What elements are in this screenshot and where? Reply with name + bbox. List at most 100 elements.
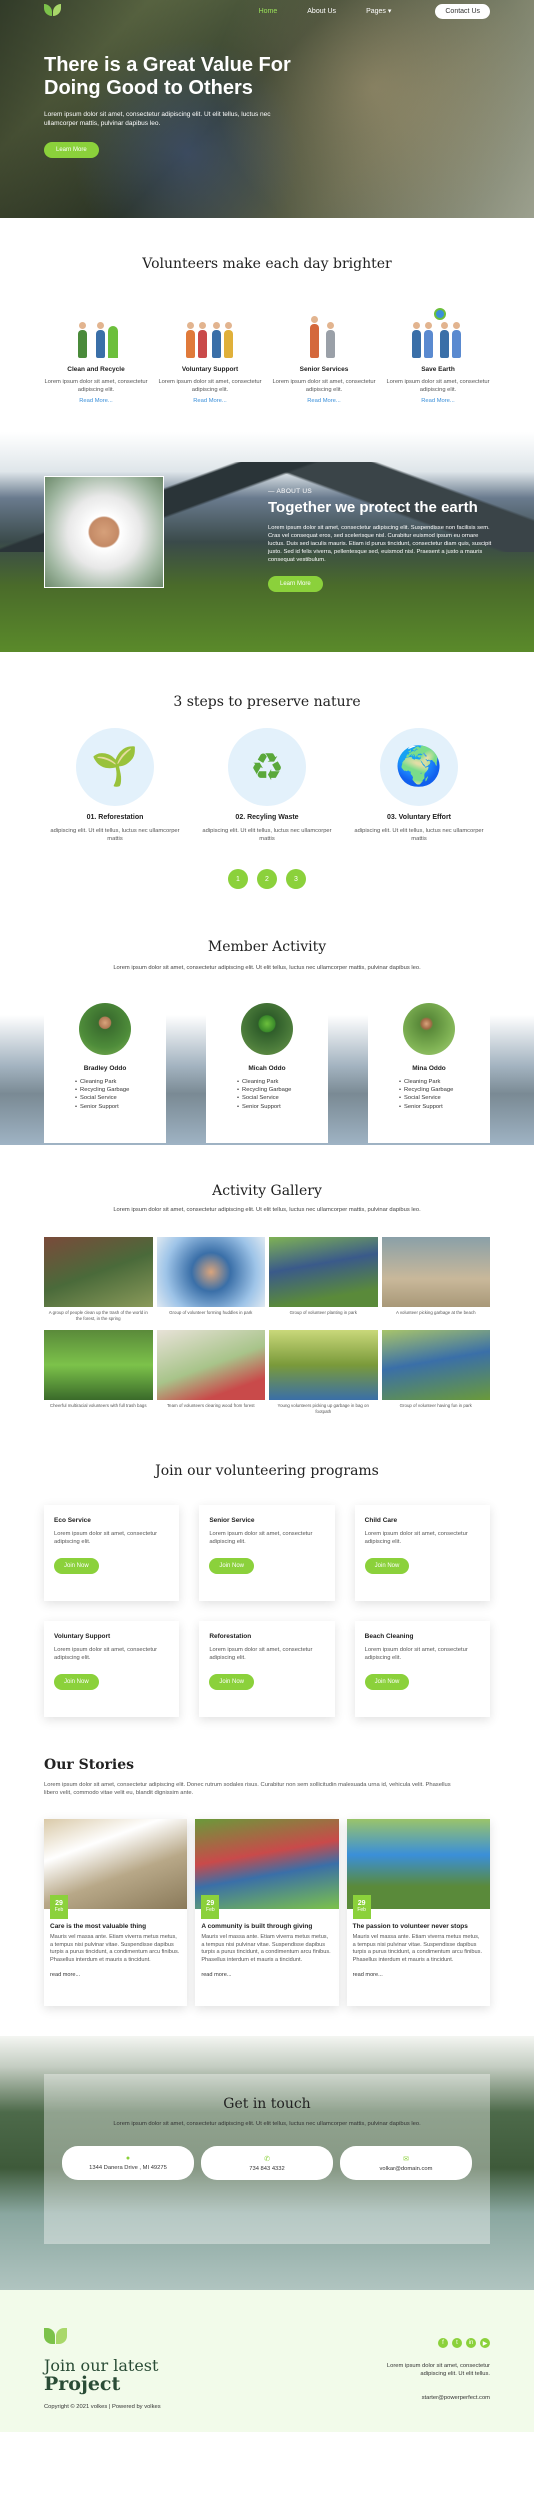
story-title[interactable]: Care is the most valuable thing xyxy=(50,1923,181,1930)
gallery-image[interactable] xyxy=(156,1330,265,1400)
program-card: Reforestation Lorem ipsum dolor sit amet,… xyxy=(199,1621,335,1717)
gallery-caption: A volunteer picking garbage at the beach xyxy=(395,1310,476,1315)
step-item: 🌍 03. Voluntary Effort adipiscing elit. … xyxy=(348,728,490,843)
facebook-icon[interactable]: f xyxy=(438,2338,448,2348)
nav-link-about[interactable]: About Us xyxy=(307,8,336,15)
hero-learn-more-button[interactable]: Learn More xyxy=(44,142,99,158)
date-month: Feb xyxy=(206,1907,215,1913)
gallery-item[interactable]: Group of volunteer having fun in park xyxy=(381,1330,490,1419)
footer-info: Lorem ipsum dolor sit amet, consectetur … xyxy=(360,2362,490,2402)
read-more-link[interactable]: Read More... xyxy=(44,398,148,404)
page-button-2[interactable]: 2 xyxy=(257,869,277,889)
voluntary-support-illustration-icon xyxy=(180,306,240,360)
footer-logo-icon[interactable] xyxy=(44,2328,490,2344)
gallery-image[interactable] xyxy=(269,1330,378,1400)
story-title[interactable]: A community is built through giving xyxy=(201,1923,332,1930)
plant-hand-icon: 🌱 xyxy=(76,728,154,806)
contact-box: Get in touch Lorem ipsum dolor sit amet,… xyxy=(44,2074,490,2244)
story-image[interactable]: 29 Feb xyxy=(195,1819,339,1919)
list-item: Senior Support xyxy=(237,1103,297,1111)
linkedin-icon[interactable]: in xyxy=(466,2338,476,2348)
list-item: Cleaning Park xyxy=(75,1078,135,1086)
gallery-item[interactable]: Young volunteers picking up garbage in b… xyxy=(269,1330,378,1419)
phone-pill[interactable]: ✆ 734 843 4332 xyxy=(201,2146,333,2180)
about-kicker: — ABOUT US xyxy=(268,488,313,495)
join-now-button[interactable]: Join Now xyxy=(54,1558,99,1574)
story-card[interactable]: 29 Feb Care is the most valuable thing Ma… xyxy=(44,1819,188,2006)
gallery-item[interactable]: Team of volunteers clearing wood from fo… xyxy=(156,1330,265,1419)
step-title: 01. Reforestation xyxy=(86,814,144,821)
about-learn-more-button[interactable]: Learn More xyxy=(268,576,323,592)
program-text: Lorem ipsum dolor sit amet, consectetur … xyxy=(54,1647,158,1661)
volunteer-item-text: Lorem ipsum dolor sit amet, consectetur … xyxy=(386,379,490,393)
step-text: adipiscing elit. Ut elit tellus, luctus … xyxy=(202,828,332,842)
page-button-1[interactable]: 1 xyxy=(228,869,248,889)
list-item: Senior Support xyxy=(75,1103,135,1111)
story-title[interactable]: The passion to volunteer never stops xyxy=(353,1923,484,1930)
gallery-image[interactable] xyxy=(269,1237,378,1307)
program-title: Reforestation xyxy=(209,1633,252,1640)
page-button-3[interactable]: 3 xyxy=(286,869,306,889)
nav-link-pages[interactable]: Pages ▾ xyxy=(366,7,391,15)
read-more-link[interactable]: read more... xyxy=(353,1972,484,1978)
footer-email[interactable]: starter@powerperfect.com xyxy=(360,2394,490,2402)
volunteers-section: Volunteers make each day brighter Clean … xyxy=(0,218,534,432)
join-now-button[interactable]: Join Now xyxy=(209,1558,255,1574)
about-section: — ABOUT US Together we protect the earth… xyxy=(0,432,534,652)
member-card: Mina Oddo Cleaning Park Recycling Garbag… xyxy=(368,991,490,1143)
story-image[interactable]: 29 Feb xyxy=(346,1819,490,1919)
gallery-item[interactable]: Group of volunteer planting in park xyxy=(269,1237,378,1326)
step-title: 03. Voluntary Effort xyxy=(386,814,452,821)
gallery-item[interactable]: Group of volunteer forming huddles in pa… xyxy=(156,1237,265,1326)
nav-link-home[interactable]: Home xyxy=(259,8,278,15)
earth-hands-icon: 🌍 xyxy=(380,728,458,806)
address-text: 1344 Danera Drive , MI 49275 xyxy=(89,2165,167,2171)
story-card[interactable]: 29 Feb A community is built through givin… xyxy=(195,1819,339,2006)
gallery-item[interactable]: Cheerful multiracial volunteers with ful… xyxy=(44,1330,153,1419)
read-more-link[interactable]: Read More... xyxy=(386,398,490,404)
read-more-link[interactable]: Read More... xyxy=(158,398,262,404)
volunteers-title: Volunteers make each day brighter xyxy=(142,256,392,272)
activity-gallery-section: Activity Gallery Lorem ipsum dolor sit a… xyxy=(0,1145,534,1429)
join-now-button[interactable]: Join Now xyxy=(209,1674,255,1690)
youtube-icon[interactable]: ▶ xyxy=(480,2338,490,2348)
program-card: Eco Service Lorem ipsum dolor sit amet, c… xyxy=(44,1505,180,1601)
story-card[interactable]: 29 Feb The passion to volunteer never sto… xyxy=(346,1819,490,2006)
save-earth-illustration-icon xyxy=(408,306,468,360)
list-item: Social Service xyxy=(75,1094,135,1102)
twitter-icon[interactable]: t xyxy=(452,2338,462,2348)
join-now-button[interactable]: Join Now xyxy=(364,1674,410,1690)
email-pill[interactable]: ✉ volkar@domain.com xyxy=(340,2146,472,2180)
program-text: Lorem ipsum dolor sit amet, consectetur … xyxy=(209,1647,313,1661)
story-text: Mauris vel massa ante. Etiam viverra met… xyxy=(50,1934,180,1963)
contact-us-button[interactable]: Contact Us xyxy=(435,3,490,19)
gallery-image[interactable] xyxy=(156,1237,265,1307)
gallery-image[interactable] xyxy=(44,1237,153,1307)
program-title: Voluntary Support xyxy=(54,1633,111,1640)
footer-heading-line2: Project xyxy=(44,2373,121,2395)
member-name: Mina Oddo xyxy=(412,1065,446,1072)
phone-text: 734 843 4332 xyxy=(249,2165,285,2172)
hero-title: There is a Great Value For Doing Good to… xyxy=(44,54,291,99)
program-title: Child Care xyxy=(364,1517,398,1524)
gallery-image[interactable] xyxy=(44,1330,153,1400)
programs-title: Join our volunteering programs xyxy=(155,1463,379,1479)
volunteer-item-text: Lorem ipsum dolor sit amet, consectetur … xyxy=(158,379,262,393)
join-now-button[interactable]: Join Now xyxy=(364,1558,410,1574)
member-card: Bradley Oddo Cleaning Park Recycling Gar… xyxy=(44,991,166,1143)
gallery-item[interactable]: A group of people clean up the trash of … xyxy=(44,1237,153,1326)
gallery-caption: Group of volunteer planting in park xyxy=(289,1310,357,1315)
logo-icon[interactable] xyxy=(44,4,64,18)
gallery-caption: Cheerful multiracial volunteers with ful… xyxy=(49,1403,147,1408)
join-now-button[interactable]: Join Now xyxy=(54,1674,99,1690)
navbar: Home About Us Pages ▾ Contact Us xyxy=(0,0,534,22)
read-more-link[interactable]: read more... xyxy=(201,1972,332,1978)
program-text: Lorem ipsum dolor sit amet, consectetur … xyxy=(364,1531,468,1545)
read-more-link[interactable]: read more... xyxy=(50,1972,181,1978)
gallery-item[interactable]: A volunteer picking garbage at the beach xyxy=(381,1237,490,1326)
stories-title: Our Stories xyxy=(44,1757,135,1773)
read-more-link[interactable]: Read More... xyxy=(272,398,376,404)
gallery-image[interactable] xyxy=(381,1237,490,1307)
story-image[interactable]: 29 Feb xyxy=(44,1819,188,1919)
gallery-image[interactable] xyxy=(381,1330,490,1400)
